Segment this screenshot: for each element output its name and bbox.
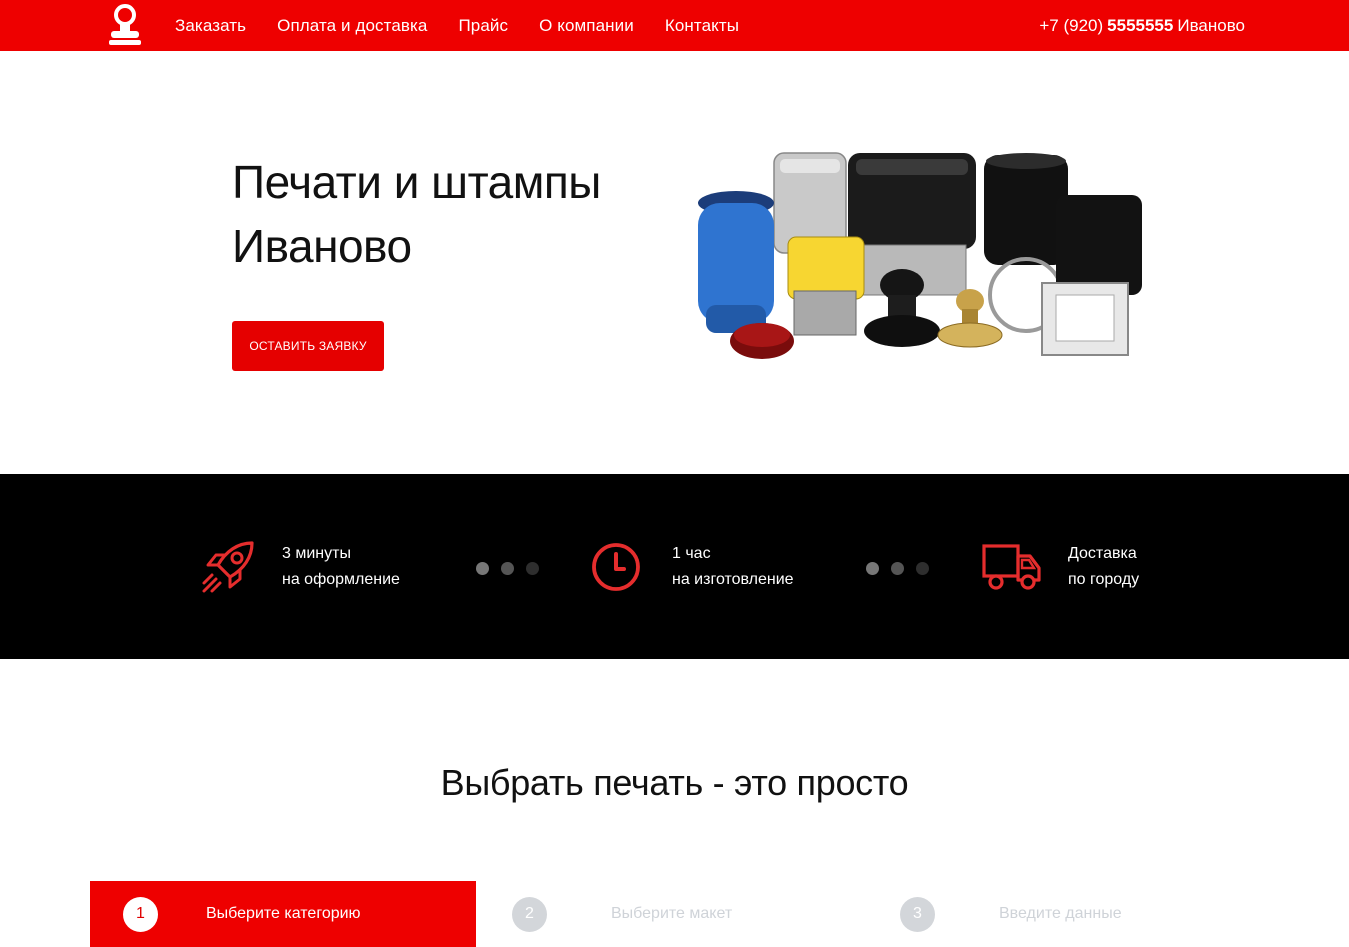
hero-title-line2: Иваново (232, 220, 412, 272)
feature-text: 3 минуты на оформление (282, 541, 400, 593)
dot (891, 562, 904, 575)
feature-line2: по городу (1068, 570, 1140, 588)
feature-registration: 3 минуты на оформление (200, 474, 400, 659)
dot (916, 562, 929, 575)
dot (866, 562, 879, 575)
nav-about[interactable]: О компании (539, 16, 634, 36)
dot (526, 562, 539, 575)
feature-text: 1 час на изготовление (672, 541, 794, 593)
feature-line2: на оформление (282, 570, 400, 588)
step-choose-layout[interactable]: 2 Выберите макет (476, 881, 864, 947)
clock-icon (592, 542, 640, 591)
leave-request-button[interactable]: ОСТАВИТЬ ЗАЯВКУ (232, 321, 384, 371)
hero-title-line1: Печати и штампы (232, 156, 601, 208)
separator-dots (866, 562, 929, 575)
feature-text: Доставка по городу (1068, 541, 1139, 593)
step-choose-category[interactable]: 1 Выберите категорию (90, 881, 476, 947)
step-enter-data[interactable]: 3 Введите данные (864, 881, 1264, 947)
rocket-icon (202, 540, 254, 592)
feature-line2: на изготовление (672, 570, 794, 588)
features-band: 3 минуты на оформление 1 час на изготовл… (0, 474, 1349, 659)
step-label: Введите данные (999, 905, 1122, 922)
step-label: Выберите макет (611, 905, 733, 922)
phone-prefix: +7 (920) (1039, 15, 1104, 35)
step-number: 3 (900, 896, 935, 932)
step-label: Выберите категорию (206, 905, 361, 922)
stamp-icon[interactable] (108, 3, 142, 47)
separator-dots (476, 562, 539, 575)
phone-number: 5555555 (1107, 15, 1174, 35)
nav-contacts[interactable]: Контакты (665, 16, 739, 36)
phone-city: Иваново (1177, 15, 1245, 35)
feature-production: 1 час на изготовление (590, 474, 794, 659)
feature-line1: 1 час (672, 544, 711, 562)
dot (476, 562, 489, 575)
nav-order[interactable]: Заказать (175, 16, 246, 36)
truck-icon (982, 543, 1041, 590)
step-number: 1 (123, 896, 158, 932)
section-title: Выбрать печать - это просто (440, 762, 909, 803)
feature-line1: Доставка (1068, 544, 1137, 562)
nav-price[interactable]: Прайс (458, 16, 508, 36)
feature-line1: 3 минуты (282, 544, 351, 562)
main-nav: Заказать Оплата и доставка Прайс О компа… (175, 0, 770, 51)
feature-delivery: Доставка по городу (982, 474, 1139, 659)
phone-contact[interactable]: +7 (920) 5555555 Иваново (1039, 0, 1245, 51)
stamps-product-photo (698, 152, 1142, 359)
dot (501, 562, 514, 575)
step-number: 2 (512, 896, 547, 932)
top-navigation-bar: Заказать Оплата и доставка Прайс О компа… (0, 0, 1349, 51)
hero-title: Печати и штампы Иваново (232, 150, 652, 278)
nav-payment-delivery[interactable]: Оплата и доставка (277, 16, 427, 36)
